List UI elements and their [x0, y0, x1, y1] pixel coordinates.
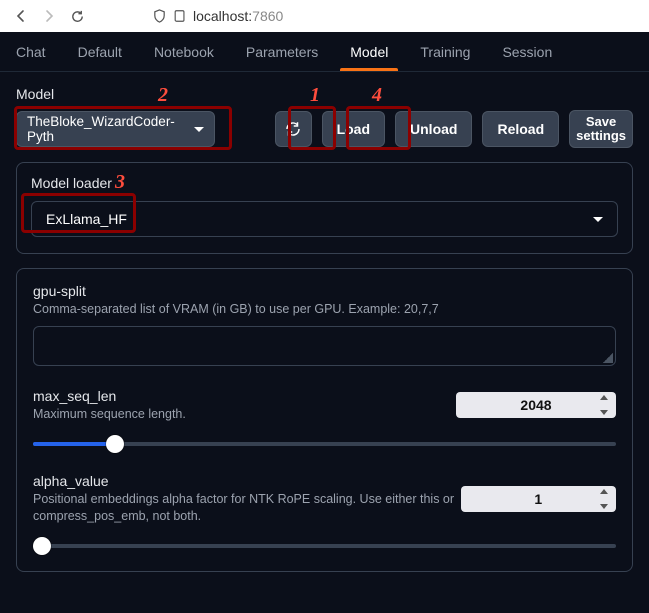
unload-button[interactable]: Unload	[395, 111, 472, 147]
back-button[interactable]	[8, 3, 34, 29]
gpu-split-field: gpu-split Comma-separated list of VRAM (…	[33, 283, 616, 366]
max-seq-len-number-input[interactable]: 2048	[456, 392, 616, 418]
gpu-split-help: Comma-separated list of VRAM (in GB) to …	[33, 301, 473, 318]
load-button[interactable]: Load	[322, 111, 385, 147]
refresh-icon	[284, 120, 302, 138]
model-section-label: Model	[16, 86, 633, 102]
max-seq-len-help: Maximum sequence length.	[33, 406, 186, 423]
forward-button[interactable]	[36, 3, 62, 29]
alpha-value-field: alpha_value Positional embeddings alpha …	[33, 473, 616, 553]
step-up-icon[interactable]	[600, 489, 608, 494]
chevron-down-icon	[194, 127, 204, 132]
alpha-value-value: 1	[534, 491, 542, 507]
max-seq-len-label: max_seq_len	[33, 388, 186, 404]
tab-session[interactable]: Session	[486, 32, 568, 71]
model-loader-value: ExLlama_HF	[46, 211, 127, 227]
browser-chrome: localhost:7860	[0, 0, 649, 32]
resize-handle-icon[interactable]	[603, 353, 613, 363]
model-actions-row: TheBloke_WizardCoder-Pyth Load Unload Re…	[16, 110, 633, 148]
alpha-value-label: alpha_value	[33, 473, 461, 489]
chevron-down-icon	[593, 217, 603, 222]
tab-chat[interactable]: Chat	[0, 32, 62, 71]
tab-default[interactable]: Default	[62, 32, 138, 71]
max-seq-len-field: max_seq_len Maximum sequence length. 204…	[33, 388, 616, 451]
address-bar[interactable]: localhost:7860	[152, 8, 641, 24]
tab-model[interactable]: Model	[334, 32, 404, 71]
url-host: localhost:7860	[193, 8, 283, 24]
model-loader-dropdown[interactable]: ExLlama_HF	[31, 201, 618, 237]
alpha-value-number-input[interactable]: 1	[461, 486, 616, 512]
site-icon	[173, 9, 187, 23]
tab-bar: Chat Default Notebook Parameters Model T…	[0, 32, 649, 72]
step-down-icon[interactable]	[600, 504, 608, 509]
reload-button[interactable]: Reload	[482, 111, 559, 147]
settings-panel: gpu-split Comma-separated list of VRAM (…	[16, 268, 633, 572]
max-seq-len-slider[interactable]	[33, 437, 616, 451]
gpu-split-input[interactable]	[33, 326, 616, 366]
step-up-icon[interactable]	[600, 395, 608, 400]
gpu-split-label: gpu-split	[33, 283, 616, 299]
shield-icon	[152, 9, 167, 24]
model-select-dropdown[interactable]: TheBloke_WizardCoder-Pyth	[16, 111, 215, 147]
model-select-value: TheBloke_WizardCoder-Pyth	[27, 114, 194, 144]
alpha-value-slider[interactable]	[33, 539, 616, 553]
tab-notebook[interactable]: Notebook	[138, 32, 230, 71]
refresh-models-button[interactable]	[275, 111, 311, 147]
model-loader-panel: Model loader ExLlama_HF 3	[16, 162, 633, 254]
model-loader-title: Model loader	[31, 175, 618, 191]
save-settings-button[interactable]: Savesettings	[569, 110, 633, 148]
tab-parameters[interactable]: Parameters	[230, 32, 334, 71]
alpha-value-help: Positional embeddings alpha factor for N…	[33, 491, 461, 525]
max-seq-len-value: 2048	[520, 397, 551, 413]
step-down-icon[interactable]	[600, 410, 608, 415]
reload-page-button[interactable]	[64, 3, 90, 29]
tab-training[interactable]: Training	[404, 32, 486, 71]
